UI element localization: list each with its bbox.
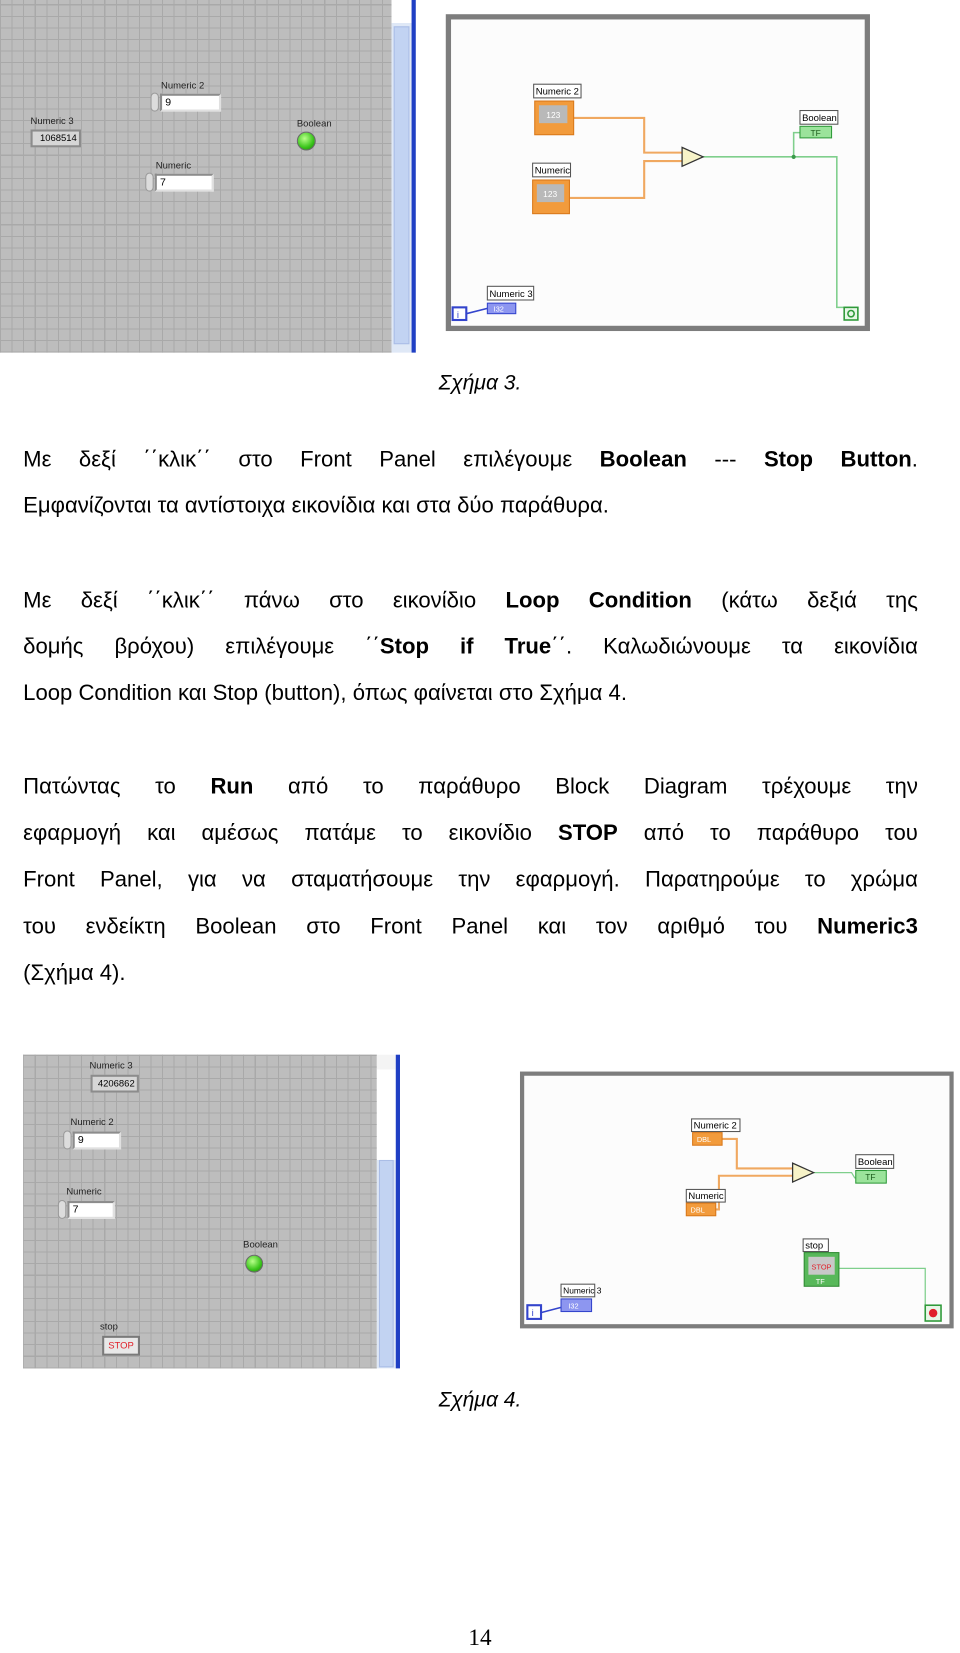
figure4-caption: Σχήμα 4. <box>438 1388 522 1412</box>
bd-numeric2-label: Numeric 2 <box>536 87 579 98</box>
fig4-block-diagram: Numeric 2 DBL Numeric DBL Boolean TF sto… <box>519 1071 954 1329</box>
bool-terminal-type: TF <box>811 128 821 138</box>
paragraph3-line3: Front Panel, για να σταματήσουμε την εφα… <box>23 867 918 892</box>
bd-numeric-label: Numeric <box>688 1191 724 1202</box>
fig4-front-panel-scrollbar[interactable] <box>376 1054 400 1369</box>
numeric-control[interactable]: 7 <box>67 1201 115 1219</box>
bd-boolean-label: Boolean <box>802 113 837 124</box>
bool-terminal-type: TF <box>865 1172 875 1182</box>
paragraph3-line4: του ενδείκτη Boolean στο Front Panel και… <box>23 914 918 939</box>
numeric2-label: Numeric 2 <box>161 79 205 91</box>
paragraph2-line2: δομής βρόχου) επιλέγουμε ΄΄Stop if True΄… <box>23 634 918 659</box>
stop-label: stop <box>99 1321 118 1332</box>
numeric2-control[interactable]: 9 <box>72 1131 122 1150</box>
page-number: 14 <box>468 1624 492 1651</box>
dbl-terminal-type: DBL <box>691 1206 705 1215</box>
numeric-label: Numeric <box>155 159 192 171</box>
boolean-label: Boolean <box>243 1238 278 1250</box>
numeric2-spinner[interactable] <box>63 1130 72 1150</box>
numeric-spinner[interactable] <box>57 1199 67 1219</box>
bool-terminal-type: TF <box>816 1277 825 1286</box>
bd-boolean-label: Boolean <box>858 1157 893 1168</box>
dbl-terminal-type: DBL <box>697 1135 711 1144</box>
numeric-spinner[interactable] <box>145 172 154 192</box>
bd-numeric2-label: Numeric 2 <box>694 1120 737 1131</box>
figure3-caption: Σχήμα 3. <box>438 371 522 395</box>
scrollbar-thumb[interactable] <box>378 1159 394 1368</box>
numeric-control[interactable]: 7 <box>154 173 214 192</box>
scrollbar-thumb[interactable] <box>393 26 410 345</box>
wire-junction <box>791 154 796 159</box>
paragraph3-line5: (Σχήμα 4). <box>23 961 126 986</box>
bd-numeric-label: Numeric <box>535 166 571 177</box>
boolean-led-indicator <box>296 131 316 151</box>
numeric-terminal-type: 123 <box>543 189 557 199</box>
numeric2-control[interactable]: 9 <box>159 93 222 112</box>
numeric3-label: Numeric 3 <box>30 115 74 127</box>
fig3-front-panel-scrollbar[interactable] <box>391 0 416 353</box>
iteration-terminal[interactable] <box>451 306 468 322</box>
int-terminal-type: I32 <box>568 1301 578 1310</box>
paragraph2-line3: Loop Condition και Stop (button), όπως φ… <box>23 681 628 706</box>
iteration-terminal[interactable] <box>526 1304 543 1320</box>
numeric-label: Numeric <box>66 1186 102 1197</box>
numeric2-label: Numeric 2 <box>70 1116 114 1128</box>
boolean-label: Boolean <box>296 117 332 129</box>
numeric3-label: Numeric 3 <box>89 1059 133 1071</box>
numeric3-indicator: 1068514 <box>30 129 82 148</box>
stop-button[interactable]: STOP <box>102 1335 140 1356</box>
boolean-led-indicator <box>245 1254 264 1273</box>
paragraph1-line1: Με δεξί ΄΄κλικ΄΄ στο Front Panel επιλέγο… <box>23 447 918 472</box>
bd-numeric3-label: Numeric 3 <box>563 1286 602 1296</box>
fig3-block-diagram: Numeric 2 123 Numeric 123 Boolean TF Num… <box>445 14 870 332</box>
numeric3-indicator: 4206862 <box>90 1074 139 1093</box>
paragraph3-line2: εφαρμογή και αμέσως πατάμε το εικονίδιο … <box>23 821 918 846</box>
paragraph1-line2: Εμφανίζονται τα αντίστοιχα εικονίδια και… <box>23 493 609 518</box>
paragraph3-line1: Πατώντας το Run από το παράθυρο Block Di… <box>23 774 918 799</box>
iteration-label: i <box>457 310 459 321</box>
int-terminal-type: I32 <box>494 305 504 314</box>
bd-stop-label: stop <box>805 1240 823 1251</box>
paragraph2-line1: Με δεξί ΄΄κλικ΄΄ πάνω στο εικονίδιο Loop… <box>23 588 918 613</box>
numeric-terminal-type: 123 <box>546 110 560 120</box>
bd-numeric3-label: Numeric 3 <box>489 289 532 300</box>
loop-condition-icon[interactable] <box>843 306 859 321</box>
iteration-label: i <box>532 1308 534 1319</box>
numeric2-spinner[interactable] <box>150 92 159 112</box>
while-loop-frame[interactable] <box>445 14 870 332</box>
stop-terminal-text: STOP <box>812 1262 832 1271</box>
